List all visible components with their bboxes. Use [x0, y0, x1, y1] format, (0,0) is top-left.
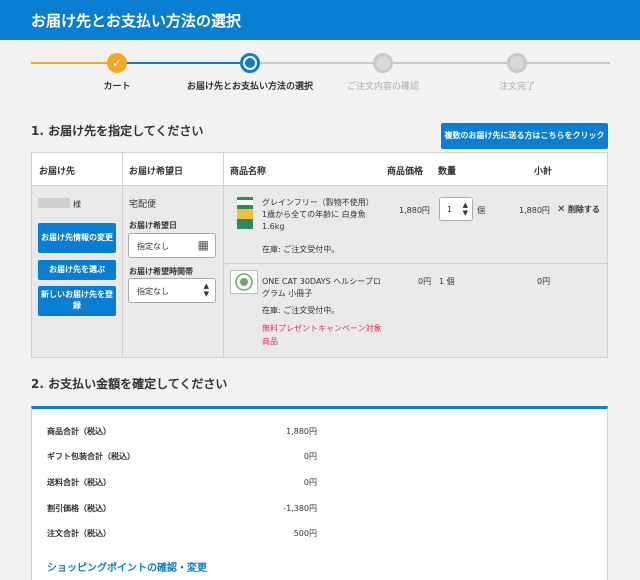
recipient-name-redacted: [38, 198, 70, 208]
col-subtotal: 小計: [534, 167, 553, 177]
payment-section-title: 2. お支払い金額を確定してください: [31, 377, 228, 391]
select-address-button[interactable]: お届け先を選ぶ: [38, 260, 116, 280]
summary-label: 商品合計（税込）: [47, 427, 111, 436]
time-label: お届け希望時間帯: [129, 267, 193, 276]
summary-value: 500円: [293, 529, 317, 538]
summary-value: -1,380円: [283, 504, 317, 513]
calendar-icon[interactable]: ▦: [198, 238, 209, 252]
updown-icon: ▲ ▼: [203, 282, 209, 298]
check-icon: ✓: [111, 56, 123, 70]
table-header: お届け先 お届け希望日 商品名称 商品価格 数量 小計: [32, 153, 607, 186]
summary-row: 割引価格（税込） -1,380円: [47, 503, 317, 517]
col-price: 商品価格: [387, 167, 424, 177]
quantity-stepper[interactable]: 1 ▲ ▼: [439, 197, 473, 221]
product-name[interactable]: ONE CAT 30DAYS ヘルシープログラム 小冊子: [262, 276, 387, 300]
delivery-section-title: 1. お届け先を指定してください: [31, 124, 204, 138]
item-subtotal: 1,880円: [519, 206, 550, 215]
col-date: お届け希望日: [129, 167, 184, 177]
col-recipient: お届け先: [39, 167, 76, 177]
date-label: お届け希望日: [129, 221, 177, 230]
summary-row: 商品合計（税込） 1,880円: [47, 426, 317, 440]
product-name[interactable]: グレインフリー（穀物不使用）1歳から全ての年齢に 白身魚 1.6kg: [262, 197, 372, 233]
divider: [122, 153, 123, 357]
summary-label: 送料合計（税込）: [47, 478, 111, 487]
summary-value: 1,880円: [286, 427, 317, 436]
step-confirm-icon: [373, 53, 393, 73]
step-complete-icon: [507, 53, 527, 73]
quantity-value: 1: [447, 205, 453, 214]
multi-address-button[interactable]: 複数のお届け先に送る方はこちらをクリック: [441, 123, 608, 149]
payment-summary: 商品合計（税込） 1,880円 ギフト包装合計（税込） 0円 送料合計（税込） …: [31, 406, 608, 580]
divider: [223, 263, 607, 264]
time-value: 指定なし: [137, 287, 169, 296]
step-line-current: [117, 62, 250, 64]
summary-row: 送料合計（税込） 0円: [47, 477, 317, 491]
quantity-unit: 個: [477, 206, 485, 215]
item-subtotal: 0円: [537, 277, 551, 286]
product-price: 1,880円: [399, 206, 430, 215]
summary-label: 注文合計（税込）: [47, 529, 111, 538]
quantity-value: 1 個: [439, 277, 455, 286]
campaign-note: 無料プレゼントキャンペーン対象商品: [262, 324, 382, 346]
step-label-complete: 注文完了: [498, 82, 535, 92]
summary-row: 注文合計（税込） 500円: [47, 528, 317, 542]
booklet-image: [230, 270, 258, 294]
divider: [223, 153, 224, 357]
close-icon: ✕: [557, 204, 566, 215]
time-select[interactable]: 指定なし ▲ ▼: [128, 278, 216, 303]
delete-button[interactable]: ✕ 削除する: [557, 204, 600, 215]
page-header: お届け先とお支払い方法の選択: [0, 0, 640, 40]
progress-steps: ✓ カート お届け先とお支払い方法の選択 ご注文内容の確認 注文完了: [0, 40, 640, 110]
new-address-button[interactable]: 新しいお届け先を登録: [38, 286, 116, 316]
summary-row: ギフト包装合計（税込） 0円: [47, 451, 317, 465]
col-product: 商品名称: [230, 167, 267, 177]
stock-status: 在庫: ご注文受付中。: [262, 245, 340, 254]
product-price: 0円: [418, 277, 432, 286]
shipping-method: 宅配便: [129, 200, 157, 210]
step-current-icon: [240, 53, 260, 73]
summary-label: ギフト包装合計（税込）: [47, 452, 135, 461]
delivery-table: お届け先 お届け希望日 商品名称 商品価格 数量 小計 様 お届け先情報の変更 …: [31, 152, 608, 358]
recipient-suffix: 様: [73, 200, 81, 209]
date-picker[interactable]: 指定なし ▦: [128, 233, 216, 258]
date-value: 指定なし: [137, 242, 169, 251]
stock-status: 在庫: ご注文受付中。: [262, 306, 340, 315]
change-address-button[interactable]: お届け先情報の変更: [38, 223, 116, 253]
summary-label: 割引価格（税込）: [47, 504, 111, 513]
points-link[interactable]: ショッピングポイントの確認・変更: [47, 559, 207, 574]
col-qty: 数量: [438, 167, 457, 177]
page-title: お届け先とお支払い方法の選択: [31, 12, 242, 30]
delete-label: 削除する: [567, 205, 600, 214]
summary-value: 0円: [303, 478, 317, 487]
updown-icon[interactable]: ▲ ▼: [463, 201, 468, 217]
step-line-pending: [250, 62, 610, 64]
product-image: [234, 197, 256, 229]
step-line-done: [31, 62, 117, 64]
summary-value: 0円: [303, 452, 317, 461]
step-cart-icon: ✓: [107, 53, 127, 73]
